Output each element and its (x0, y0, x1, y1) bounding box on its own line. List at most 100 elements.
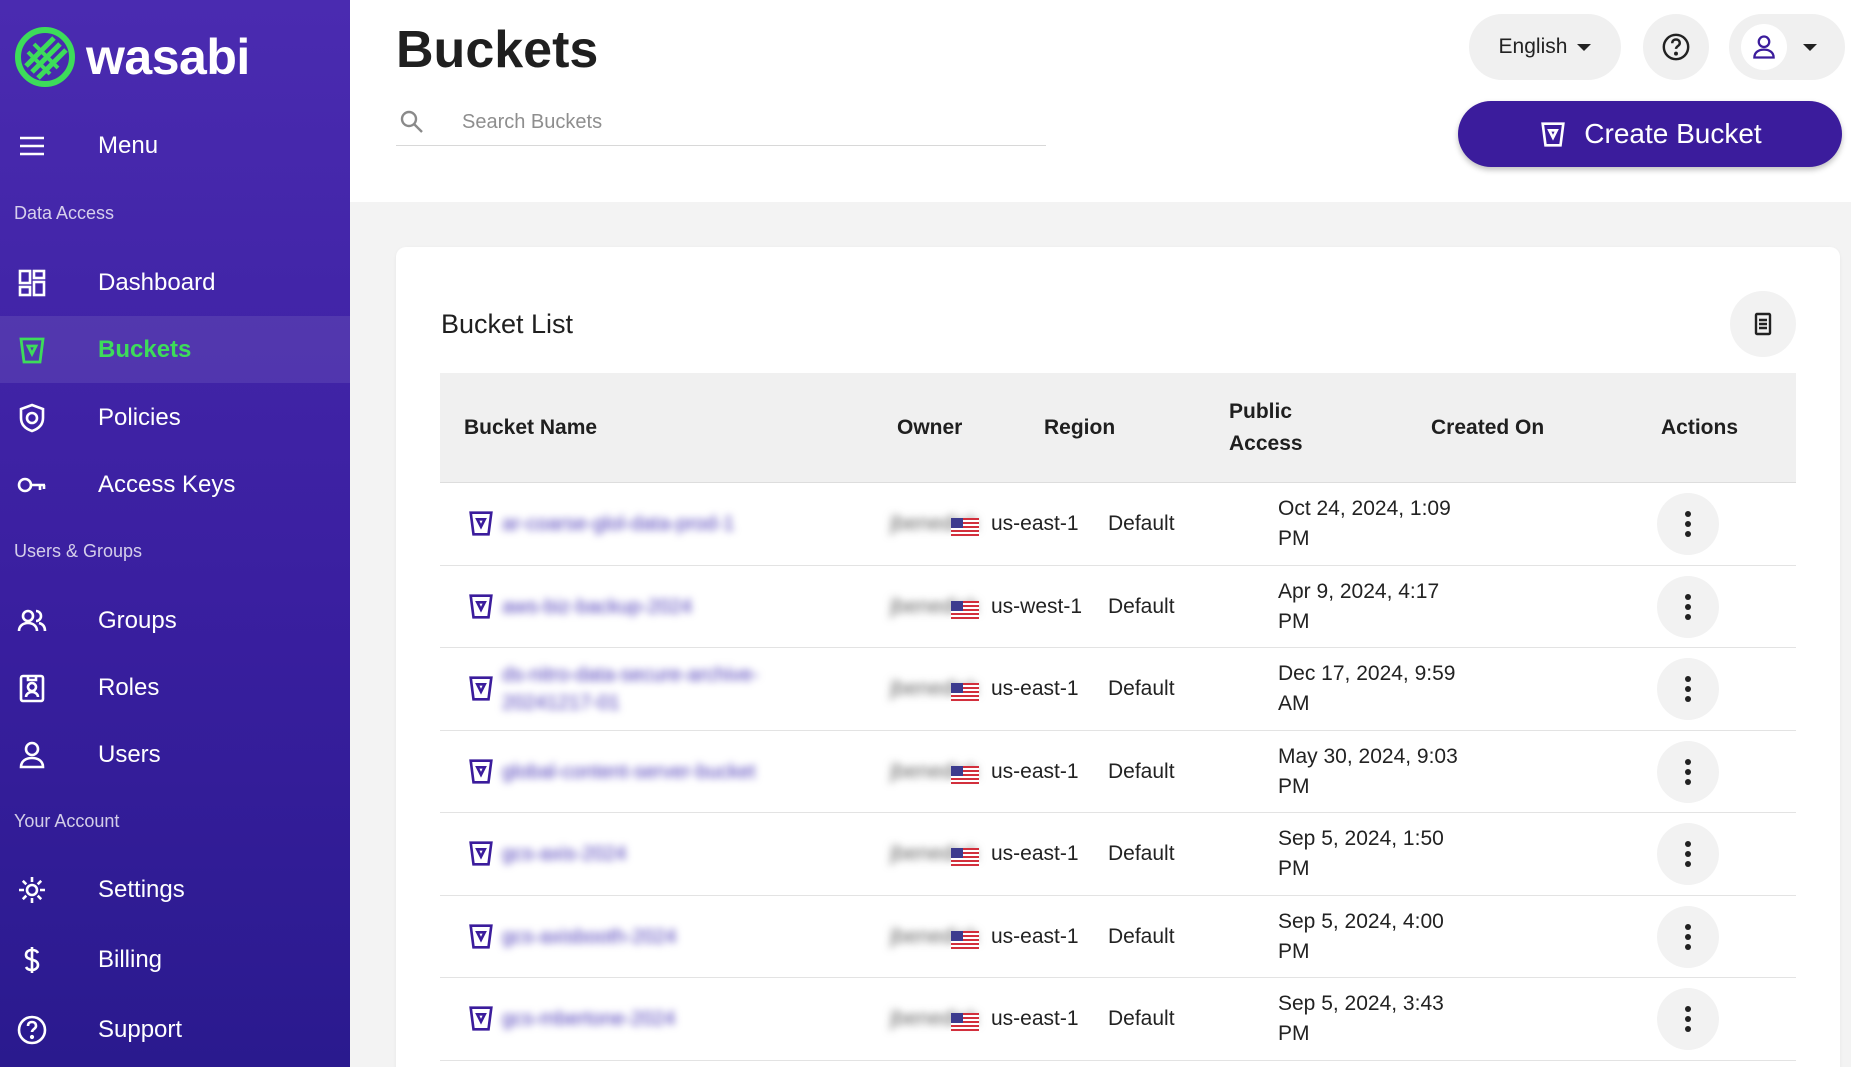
col-bucket-name[interactable]: Bucket Name (464, 373, 597, 483)
more-vertical-icon (1684, 1005, 1692, 1033)
page-title: Buckets (396, 21, 599, 79)
table-header: Bucket Name Owner Region Public Access C… (440, 373, 1796, 483)
column-settings-button[interactable] (1730, 291, 1796, 357)
id-badge-icon (14, 670, 50, 706)
row-actions-button[interactable] (1657, 658, 1719, 720)
bucket-name-link[interactable]: gcs-mbertone-2024 (502, 990, 842, 1048)
bucket-name-link[interactable]: ar-coarse-glol-data-prod-1 (502, 495, 842, 553)
search-icon (400, 110, 423, 133)
search-input[interactable] (462, 106, 1032, 138)
bucket-name-link[interactable]: global-content-server-bucket (502, 743, 842, 801)
more-vertical-icon (1684, 675, 1692, 703)
sidebar-item-label: Roles (98, 673, 160, 701)
table-row[interactable]: ar-coarse-glol-data-prod-1 jbenedick us-ea… (440, 483, 1796, 566)
sidebar-item-label: Dashboard (98, 268, 216, 296)
bucket-icon (466, 921, 496, 953)
more-vertical-icon (1684, 510, 1692, 538)
sidebar-item-users[interactable]: Users (0, 721, 350, 788)
region-label: us-east-1 (991, 512, 1079, 535)
sidebar-item-label: Billing (98, 945, 163, 973)
us-flag-icon (951, 680, 979, 701)
wasabi-logo[interactable]: wasabi (14, 24, 250, 90)
public-access-cell: Default (1108, 759, 1175, 783)
more-vertical-icon (1684, 840, 1692, 868)
sidebar-item-access-keys[interactable]: Access Keys (0, 451, 350, 518)
caret-down-icon (1803, 43, 1817, 51)
menu-toggle[interactable]: Menu (0, 112, 350, 179)
sidebar-item-label: Access Keys (98, 470, 236, 498)
sidebar-item-dashboard[interactable]: Dashboard (0, 249, 350, 316)
public-access-cell: Default (1108, 842, 1175, 865)
region-cell: us-east-1 (951, 896, 1079, 978)
sidebar-item-groups[interactable]: Groups (0, 587, 350, 654)
more-vertical-icon (1684, 758, 1692, 786)
col-owner[interactable]: Owner (897, 373, 962, 483)
table-row[interactable]: gcs-axisbooth-2024 jbenedick us-east-1 Defa… (440, 896, 1796, 978)
sidebar-item-billing[interactable]: Billing (0, 926, 350, 993)
table-row[interactable]: aws-biz-backup-2024 jbenedick us-west-1 Def… (440, 566, 1796, 648)
sidebar-item-label: Buckets (98, 335, 192, 363)
region-label: us-east-1 (991, 677, 1079, 700)
table-row[interactable]: global-content-server-bucket jbenedick us-… (440, 731, 1796, 813)
row-actions-button[interactable] (1657, 575, 1719, 638)
menu-label: Menu (98, 131, 159, 159)
row-actions-button[interactable] (1657, 988, 1719, 1050)
row-actions-button[interactable] (1657, 823, 1719, 885)
row-actions-button[interactable] (1657, 740, 1719, 803)
language-label: English (1498, 35, 1568, 58)
user-icon (1753, 35, 1775, 59)
table-row[interactable]: gcs-mbertone-2024 jbenedick us-east-1 Defau… (440, 978, 1796, 1061)
sidebar-item-settings[interactable]: Settings (0, 856, 350, 923)
gear-icon (14, 872, 50, 908)
us-flag-icon (951, 763, 979, 784)
region-cell: us-east-1 (951, 483, 1079, 565)
bucket-icon (466, 1003, 496, 1035)
public-access-cell: Default (1108, 924, 1175, 948)
sidebar-item-roles[interactable]: Roles (0, 654, 350, 721)
region-label: us-east-1 (991, 842, 1079, 865)
us-flag-icon (951, 1010, 979, 1031)
sidebar: wasabi Menu Data Access Dashboard Bucket… (0, 0, 350, 1067)
table-body: ar-coarse-glol-data-prod-1 jbenedick us-ea… (440, 483, 1796, 1061)
table-row[interactable]: gcs-axis-2024 jbenedick us-east-1 Default Se… (440, 813, 1796, 896)
bucket-name-link[interactable]: ds-nitro-data-secure-archive-20241217-01 (502, 660, 842, 718)
bucket-name-link[interactable]: gcs-axisbooth-2024 (502, 908, 842, 966)
table-row[interactable]: ds-nitro-data-secure-archive-20241217-01… (440, 648, 1796, 731)
col-region[interactable]: Region (1044, 373, 1115, 483)
bucket-table: Bucket Name Owner Region Public Access C… (440, 373, 1796, 1061)
bucket-icon (466, 838, 496, 870)
created-on-cell: Sep 5, 2024, 3:43 PM (1278, 992, 1444, 1045)
list-view-icon (1754, 312, 1772, 336)
bucket-name-link[interactable]: gcs-axis-2024 (502, 825, 842, 883)
row-actions-button[interactable] (1657, 905, 1719, 968)
sidebar-item-policies[interactable]: Policies (0, 384, 350, 451)
shield-icon (14, 400, 50, 436)
hamburger-icon (14, 128, 50, 164)
help-circle-icon (14, 1012, 50, 1048)
dollar-icon (14, 942, 50, 978)
wasabi-leaf-icon (15, 27, 75, 87)
created-on-cell: May 30, 2024, 9:03 PM (1278, 744, 1458, 798)
sidebar-item-label: Policies (98, 403, 181, 431)
language-selector[interactable]: English (1469, 14, 1621, 80)
help-button[interactable] (1643, 14, 1709, 80)
col-public-access[interactable]: Public Access (1229, 373, 1329, 483)
sidebar-item-buckets[interactable]: Buckets (0, 316, 350, 383)
bucket-name-link[interactable]: aws-biz-backup-2024 (502, 578, 842, 636)
row-actions-button[interactable] (1657, 493, 1719, 555)
created-on-cell: Sep 5, 2024, 1:50 PM (1278, 827, 1444, 880)
avatar (1741, 24, 1787, 70)
region-cell: us-west-1 (951, 566, 1082, 648)
sidebar-item-label: Settings (98, 875, 185, 903)
dashboard-icon (14, 265, 50, 301)
page-header: Buckets English Create Bucket (350, 0, 1851, 202)
us-flag-icon (951, 845, 979, 866)
user-menu-button[interactable] (1729, 14, 1845, 80)
create-bucket-button[interactable]: Create Bucket (1458, 101, 1842, 167)
section-users-groups: Users & Groups (14, 541, 143, 561)
sidebar-item-support[interactable]: Support (0, 996, 350, 1063)
user-icon (14, 737, 50, 773)
sidebar-item-label: Support (98, 1015, 183, 1043)
col-created-on[interactable]: Created On (1431, 373, 1544, 483)
us-flag-icon (951, 928, 979, 949)
